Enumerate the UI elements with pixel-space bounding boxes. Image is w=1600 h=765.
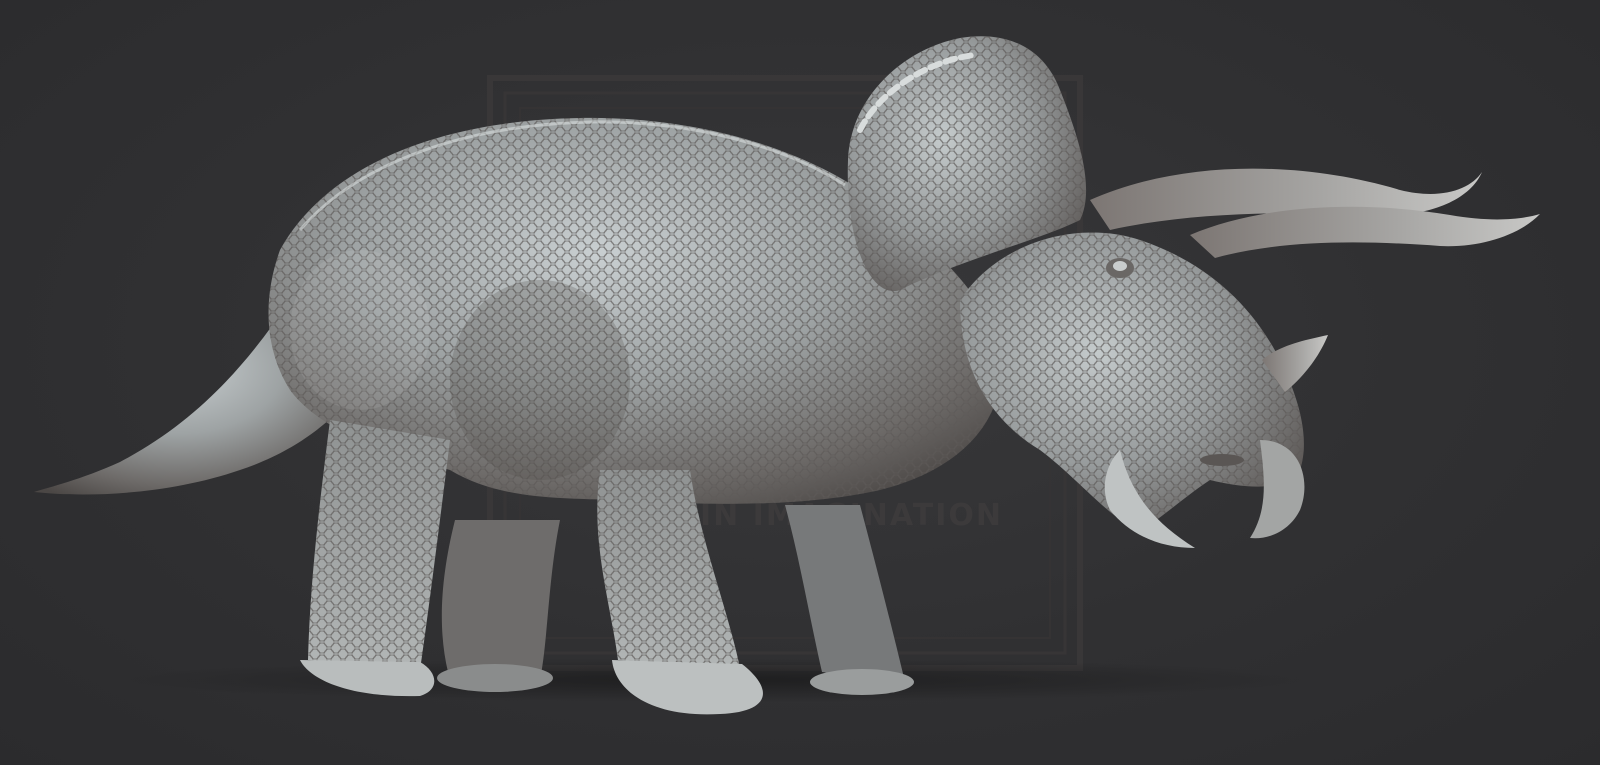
triceratops-render: IN IMAGINATION xyxy=(34,36,1540,715)
brow-horn-near xyxy=(1190,206,1540,258)
hind-leg-near xyxy=(300,420,450,697)
render-viewport: IN IMAGINATION xyxy=(0,0,1600,765)
head xyxy=(960,232,1305,548)
